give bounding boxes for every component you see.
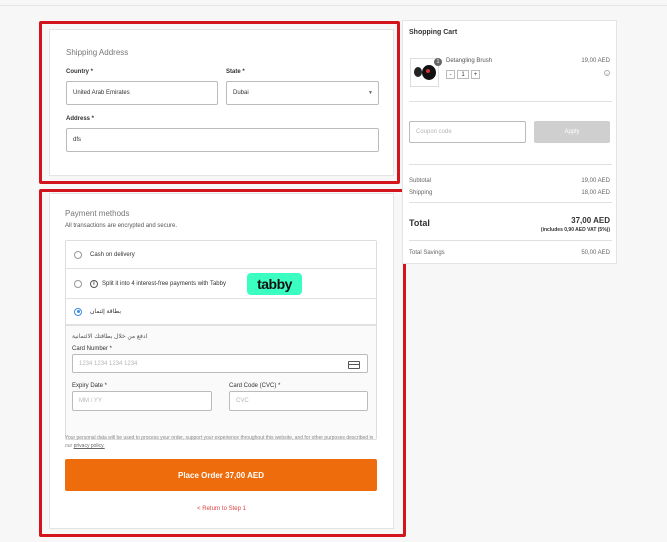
address-label: Address * (66, 116, 95, 122)
shipping-title: Shipping Address (66, 48, 129, 57)
shipping-address-section: Shipping Address Country * United Arab E… (49, 29, 394, 176)
quantity-minus-button[interactable]: - (446, 70, 455, 79)
address-field[interactable]: dfs (66, 128, 379, 152)
subtotal-label: Subtotal (409, 178, 432, 184)
product-price: 19,00 AED (581, 58, 610, 64)
state-value: Dubai (233, 90, 249, 96)
card-form: ادفع من خلال بطاقتك الائتمانية Card Numb… (66, 325, 376, 439)
tabby-logo: tabby (247, 273, 302, 295)
brush-image-2 (422, 65, 436, 80)
expiry-input[interactable]: MM / YY (72, 391, 212, 411)
shopping-cart: Shopping Cart 1 Detangling Brush 19,00 A… (402, 20, 617, 264)
credit-card-icon (348, 361, 360, 369)
card-number-placeholder: 1234 1234 1234 1234 (79, 360, 138, 367)
coupon-placeholder: Coupon code (416, 129, 452, 135)
address-value: dfs (73, 137, 82, 143)
payment-section: Payment methods All transactions are enc… (49, 193, 394, 529)
country-value: United Arab Emirates (73, 90, 130, 96)
privacy-policy-link[interactable]: privacy policy. (74, 443, 105, 449)
payment-option-tabby[interactable]: i Split it into 4 interest-free payments… (66, 269, 376, 299)
state-label: State * (226, 69, 245, 75)
tabby-label: Split it into 4 interest-free payments w… (102, 280, 226, 287)
cart-divider (409, 101, 612, 102)
credit-card-label: بطاقة إئتمان (90, 309, 122, 315)
subtotal-value: 19,00 AED (581, 178, 610, 184)
product-name: Detangling Brush (446, 58, 493, 64)
expiry-placeholder: MM / YY (79, 398, 102, 404)
payment-subtitle: All transactions are encrypted and secur… (65, 223, 178, 229)
chevron-down-icon: ▼ (368, 90, 373, 96)
apply-coupon-button[interactable]: Apply (534, 121, 610, 143)
cart-divider (409, 202, 612, 203)
top-divider (0, 5, 667, 6)
payment-options: Cash on delivery i Split it into 4 inter… (65, 240, 377, 440)
privacy-text: Your personal data will be used to proce… (65, 435, 374, 449)
payment-option-cod[interactable]: Cash on delivery (66, 241, 376, 269)
radio-tabby[interactable] (74, 279, 82, 288)
shipping-label: Shipping (409, 190, 433, 196)
quantity-plus-button[interactable]: + (471, 70, 480, 79)
country-label: Country * (66, 69, 93, 75)
radio-credit-card[interactable] (74, 307, 82, 316)
card-number-input[interactable]: 1234 1234 1234 1234 (72, 354, 368, 373)
cart-title: Shopping Cart (409, 29, 458, 36)
remove-item-icon[interactable]: × (604, 70, 610, 76)
place-order-button[interactable]: Place Order 37,00 AED (65, 459, 377, 491)
return-to-step-1-link[interactable]: < Return to Step 1 (50, 506, 393, 512)
info-icon[interactable]: i (90, 279, 98, 288)
vat-note: (includes 0,90 AED VAT (5%)) (540, 227, 610, 233)
payment-option-credit-card[interactable]: بطاقة إئتمان (66, 299, 376, 325)
cvc-label: Card Code (CVC) * (229, 383, 281, 389)
card-number-label: Card Number * (72, 346, 113, 352)
coupon-input[interactable]: Coupon code (409, 121, 526, 143)
cart-divider (409, 240, 612, 241)
cart-divider (409, 164, 612, 165)
privacy-note: Your personal data will be used to proce… (65, 434, 377, 450)
card-intro: ادفع من خلال بطاقتك الائتمانية (72, 334, 148, 340)
radio-cod[interactable] (74, 250, 82, 259)
country-field[interactable]: United Arab Emirates (66, 81, 218, 105)
cod-label: Cash on delivery (90, 251, 135, 258)
total-label: Total (409, 218, 430, 228)
shipping-value: 18,00 AED (581, 190, 610, 196)
quantity-input[interactable]: 1 (457, 70, 469, 79)
total-value: 37,00 AED (571, 216, 610, 225)
savings-value: 50,00 AED (581, 250, 610, 256)
quantity-badge: 1 (434, 58, 442, 66)
brush-image (414, 67, 422, 77)
cvc-placeholder: CVC (236, 398, 249, 404)
payment-title: Payment methods (65, 209, 130, 218)
expiry-label: Expiry Date * (72, 383, 108, 389)
savings-label: Total Savings (409, 250, 445, 256)
cvc-input[interactable]: CVC (229, 391, 368, 411)
state-select[interactable]: Dubai ▼ (226, 81, 379, 105)
